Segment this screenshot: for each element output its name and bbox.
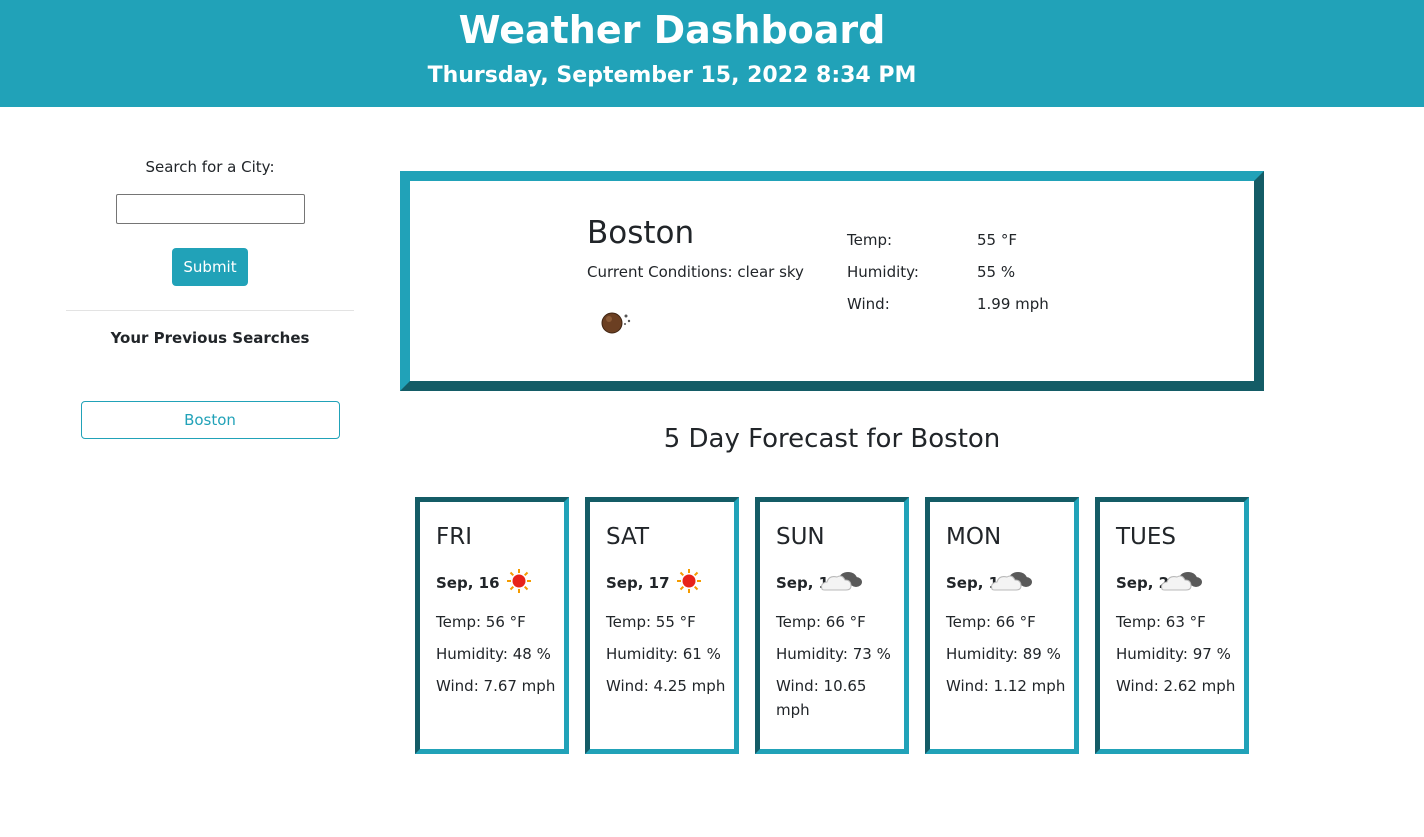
forecast-temp: Temp: 66 °F bbox=[946, 613, 1036, 631]
forecast-day: MON bbox=[946, 524, 1002, 550]
forecast-card-sun: SUN Sep, 18 Temp: 66 °F Humidity: 73 % W… bbox=[755, 497, 909, 754]
sidebar: Search for a City: Submit Your Previous … bbox=[66, 150, 354, 439]
search-label: Search for a City: bbox=[145, 158, 275, 176]
forecast-card-tues: TUES Sep, 20 Temp: 63 °F Humidity: 97 % … bbox=[1095, 497, 1249, 754]
humidity-value: 55 % bbox=[977, 263, 1016, 281]
cloud-icon bbox=[821, 572, 862, 591]
page-header: Weather Dashboard Thursday, September 15… bbox=[0, 0, 1424, 107]
forecast-wind: Wind: 4.25 mph bbox=[606, 677, 726, 695]
forecast-date: Sep, 16 bbox=[436, 574, 500, 592]
current-city-name: Boston bbox=[587, 215, 695, 251]
current-weather-card: Boston Current Conditions: clear sky Tem… bbox=[400, 171, 1264, 391]
forecast-humidity: Humidity: 89 % bbox=[946, 645, 1061, 663]
forecast-humidity: Humidity: 61 % bbox=[606, 645, 721, 663]
forecast-temp: Temp: 56 °F bbox=[436, 613, 526, 631]
forecast-wind: Wind: 2.62 mph bbox=[1116, 677, 1236, 695]
current-stats: Temp: 55 °F Humidity: 55 % Wind: 1.99 mp… bbox=[847, 231, 1049, 327]
humidity-label: Humidity: bbox=[847, 263, 919, 281]
forecast-card-sat: SAT Sep, 17 Temp: 55 °F Humidity: 61 % W… bbox=[585, 497, 739, 754]
forecast-cards: FRI Sep, 16 Temp: 56 °F Humidity: 48 % W… bbox=[415, 497, 1265, 755]
forecast-temp: Temp: 55 °F bbox=[606, 613, 696, 631]
current-datetime: Thursday, September 15, 2022 8:34 PM bbox=[427, 63, 917, 88]
forecast-day: SUN bbox=[776, 524, 825, 550]
forecast-card-mon: MON Sep, 19 Temp: 66 °F Humidity: 89 % W… bbox=[925, 497, 1079, 754]
forecast-day: SAT bbox=[606, 524, 650, 550]
forecast-date: Sep, 17 bbox=[606, 574, 670, 592]
forecast-humidity: Humidity: 97 % bbox=[1116, 645, 1231, 663]
page-title: Weather Dashboard bbox=[458, 8, 886, 52]
previous-searches-title: Your Previous Searches bbox=[110, 329, 310, 347]
city-search-input[interactable] bbox=[115, 194, 305, 224]
forecast-humidity: Humidity: 48 % bbox=[436, 645, 551, 663]
current-conditions: Current Conditions: clear sky bbox=[587, 263, 804, 281]
sun-icon bbox=[677, 569, 701, 593]
cloud-icon bbox=[991, 572, 1032, 591]
cloud-icon bbox=[1161, 572, 1202, 591]
forecast-day: TUES bbox=[1116, 524, 1177, 550]
humidity-row: Humidity: 55 % bbox=[847, 263, 1049, 295]
temp-label: Temp: bbox=[847, 231, 893, 249]
wind-value: 1.99 mph bbox=[977, 295, 1049, 313]
forecast-day: FRI bbox=[436, 524, 472, 550]
forecast-temp: Temp: 63 °F bbox=[1116, 613, 1206, 631]
submit-button[interactable]: Submit bbox=[172, 248, 248, 286]
forecast-wind: Wind: 10.65 mph bbox=[776, 677, 867, 719]
forecast-wind: Wind: 1.12 mph bbox=[946, 677, 1066, 695]
wind-row: Wind: 1.99 mph bbox=[847, 295, 1049, 327]
history-button-boston[interactable]: Boston bbox=[80, 401, 340, 439]
forecast-temp: Temp: 66 °F bbox=[776, 613, 866, 631]
forecast-card-fri: FRI Sep, 16 Temp: 56 °F Humidity: 48 % W… bbox=[415, 497, 569, 754]
sun-icon bbox=[507, 569, 531, 593]
temp-value: 55 °F bbox=[977, 231, 1017, 249]
forecast-wind: Wind: 7.67 mph bbox=[436, 677, 556, 695]
forecast-title: 5 Day Forecast for Boston bbox=[663, 424, 1001, 454]
sidebar-divider bbox=[66, 310, 354, 311]
temp-row: Temp: 55 °F bbox=[847, 231, 1049, 263]
wind-label: Wind: bbox=[847, 295, 890, 313]
forecast-humidity: Humidity: 73 % bbox=[776, 645, 891, 663]
clear-night-icon bbox=[601, 312, 631, 334]
